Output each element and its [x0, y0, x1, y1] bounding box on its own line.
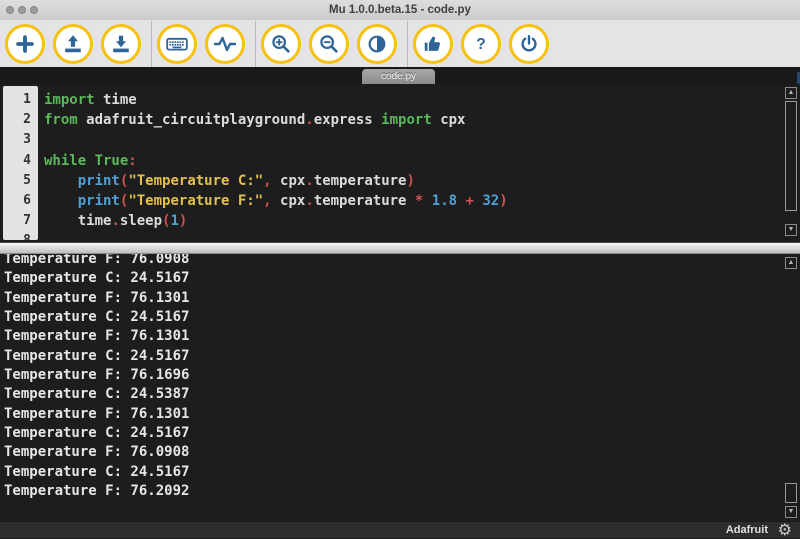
mu-window: Mu 1.0.0.beta.15 - code.py ? code.py 1 2 3… — [0, 0, 800, 539]
console-line: Temperature C: 24.5167 — [4, 425, 190, 442]
serial-button[interactable] — [205, 23, 245, 64]
code-line: from adafruit_circuitplayground.express … — [44, 112, 466, 129]
upload-icon — [62, 33, 84, 55]
code-line: import time — [44, 92, 137, 108]
zoom-in-button[interactable] — [261, 23, 301, 64]
console-line: Temperature C: 24.5167 — [4, 463, 190, 480]
tab-label: code.py — [380, 71, 417, 82]
console-scroll-up-arrow[interactable]: ▲ — [785, 257, 797, 269]
window-title: Mu 1.0.0.beta.15 - code.py — [329, 4, 471, 16]
console-line: Temperature F: 76.1301 — [4, 328, 190, 345]
toolbar-separator — [151, 20, 152, 67]
tab-code-py[interactable]: code.py — [362, 69, 435, 84]
toolbar-separator — [255, 20, 256, 67]
help-button[interactable]: ? — [461, 23, 501, 64]
load-button[interactable] — [53, 23, 93, 64]
save-button[interactable] — [101, 23, 141, 64]
repl-button[interactable] — [157, 23, 197, 64]
line-number: 5 — [23, 172, 31, 188]
console-line: Temperature C: 24.5167 — [4, 309, 190, 326]
console-scroll-down-arrow[interactable]: ▼ — [785, 506, 797, 518]
line-number: 7 — [23, 213, 31, 229]
download-icon — [110, 33, 132, 55]
console-line: Temperature F: 76.0908 — [4, 444, 190, 461]
toolbar: ? — [0, 20, 800, 67]
editor-scroll-up-arrow[interactable]: ▲ — [785, 87, 797, 99]
mode-indicator: Adafruit — [725, 524, 768, 536]
line-number: 6 — [23, 192, 31, 208]
console-output: Temperature F: 76.0908 Temperature C: 24.… — [0, 254, 800, 501]
plus-icon — [14, 33, 36, 55]
power-icon — [518, 33, 540, 55]
new-button[interactable] — [5, 23, 45, 64]
console-scrollbar-thumb[interactable] — [785, 483, 797, 503]
titlebar: Mu 1.0.0.beta.15 - code.py — [0, 0, 800, 21]
line-number: 1 — [23, 92, 31, 107]
gear-icon[interactable]: ⚙ — [778, 520, 792, 539]
console-line: Temperature F: 76.2092 — [4, 483, 190, 500]
console-line: Temperature C: 24.5387 — [4, 386, 190, 403]
code-editor[interactable]: 1 2 3 4 5 6 7 8 import time from adafruit_circui… — [0, 84, 800, 240]
console-line: Temperature C: 24.5167 — [4, 347, 190, 364]
code-line: while True: — [44, 152, 137, 169]
console-line: Temperature F: 76.1301 — [4, 289, 190, 306]
line-number: 8 — [3, 231, 38, 240]
line-number-gutter: 1 2 3 4 5 6 7 8 — [3, 86, 38, 240]
console-line: Temperature F: 76.1301 — [4, 405, 190, 422]
line-number: 4 — [23, 152, 31, 168]
serial-console[interactable]: Temperature F: 76.0908 Temperature C: 24.… — [0, 254, 800, 521]
editor-scroll-down-arrow[interactable]: ▼ — [785, 224, 797, 236]
status-bar: Adafruit ⚙ — [0, 520, 800, 539]
theme-button[interactable] — [357, 23, 397, 64]
code-lines: import time from adafruit_circuitplaygrou… — [44, 90, 780, 240]
code-line: print("Temperature F:", cpx.temperature … — [77, 192, 508, 209]
thumbs-up-icon — [422, 33, 444, 55]
toolbar-separator — [407, 20, 408, 67]
console-line: Temperature F: 76.0908 — [4, 254, 190, 267]
keyboard-icon — [165, 32, 189, 56]
quit-button[interactable] — [509, 23, 549, 64]
contrast-icon — [366, 33, 388, 55]
code-line: time.sleep(1) — [44, 213, 188, 230]
editor-scrollbar-thumb[interactable] — [785, 101, 797, 211]
pulse-icon — [213, 32, 237, 56]
question-icon: ? — [470, 33, 492, 55]
line-numbers: 1 2 3 4 5 6 7 8 — [3, 86, 38, 240]
svg-text:?: ? — [476, 36, 486, 53]
code-line: print("Temperature C:", cpx.temperature) — [77, 172, 415, 189]
console-line: Temperature F: 76.1696 — [4, 367, 190, 384]
line-number: 3 — [23, 132, 31, 148]
zoom-out-icon — [318, 33, 340, 55]
pane-splitter[interactable] — [0, 242, 800, 254]
zoom-out-button[interactable] — [309, 23, 349, 64]
zoom-in-icon — [270, 33, 292, 55]
console-line: Temperature C: 24.5167 — [4, 270, 190, 287]
check-button[interactable] — [413, 23, 453, 64]
line-number: 2 — [23, 112, 31, 128]
tab-bar: code.py — [0, 67, 800, 84]
